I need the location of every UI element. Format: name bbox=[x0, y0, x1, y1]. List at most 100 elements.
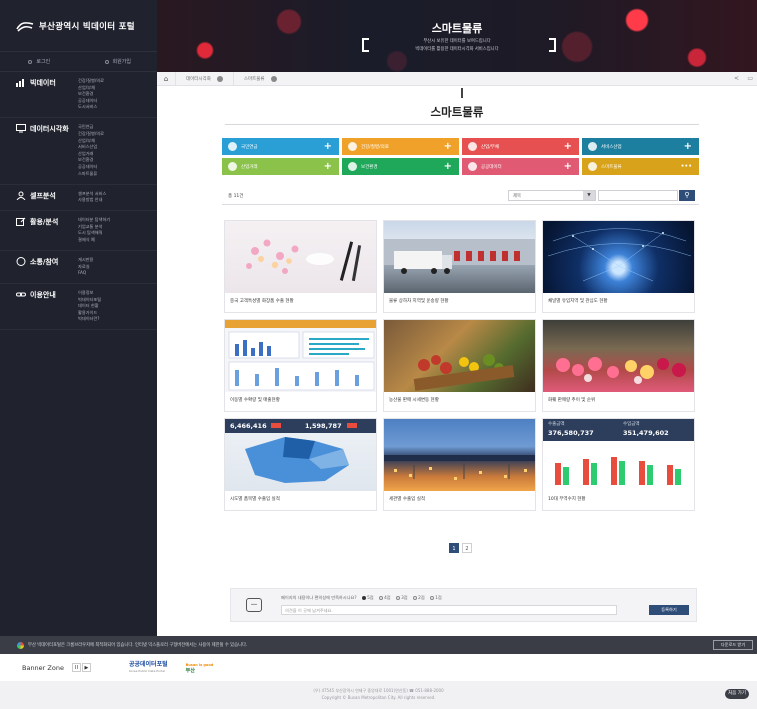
sidebar-section: 셀프분석 셀프분석 서비스 사용방법 안내 bbox=[0, 185, 157, 212]
breadcrumb-item[interactable]: 데이터시각화 bbox=[175, 72, 233, 85]
produce-basket-thumbnail bbox=[384, 320, 535, 392]
plus-icon: + bbox=[443, 160, 452, 172]
rating-option-3[interactable]: 3점 bbox=[395, 595, 408, 601]
sidebar-item[interactable]: 도시 탐색해줘 bbox=[78, 230, 110, 235]
card-channel-inflow[interactable]: 채널별 유입지역 및 관심도 현황 bbox=[542, 220, 695, 313]
card-harvest-sales[interactable]: 이동별 수확량 및 매출현황 bbox=[224, 319, 377, 412]
card-logistics-loading[interactable]: 물류 상하차 지역및 운송량 현황 bbox=[383, 220, 536, 313]
sidebar-item[interactable]: 건강/질병/의료 bbox=[78, 78, 104, 83]
category-button[interactable]: 산업/부채 + bbox=[462, 138, 579, 155]
sidebar-menu: 빅데이터 건강/질병/의료 산업/부채 보건환경 공공데이터 도시서비스 데이터시각화 국민연… bbox=[0, 72, 157, 331]
public-data-portal-logo[interactable]: 공공데이터포털 Korea Public Data Portal bbox=[129, 661, 168, 674]
breadcrumb-item[interactable]: 스마트물류 bbox=[232, 72, 287, 85]
category-button[interactable]: 스마트물류 ··· bbox=[582, 158, 699, 175]
sidebar-section-header[interactable]: 데이터시각화 bbox=[16, 124, 78, 175]
footer: (우) 47545 부산광역시 연제구 중앙대로 1001(연산동) ☎ 051… bbox=[0, 681, 757, 709]
category-button[interactable]: 국민연금 + bbox=[222, 138, 339, 155]
sidebar-item[interactable]: 도시서비스 bbox=[78, 104, 104, 109]
sidebar-section-header[interactable]: 활용/분석 bbox=[16, 217, 78, 242]
search-input[interactable] bbox=[598, 190, 678, 201]
card-title: 화훼 판매량 추이 및 순위 bbox=[548, 398, 596, 403]
chevron-down-icon bbox=[270, 75, 277, 82]
plus-icon: + bbox=[683, 140, 692, 152]
sidebar-item[interactable]: 공공데이터 bbox=[78, 164, 104, 169]
sidebar-item[interactable]: 게시판용 bbox=[78, 257, 93, 262]
sidebar-item[interactable]: 국민연금 bbox=[78, 124, 104, 129]
rating-label: 5점 bbox=[367, 595, 374, 600]
card-customs-trade[interactable]: 세관별 수출입 실적 bbox=[383, 418, 536, 511]
signup-link[interactable]: 회원가입 bbox=[79, 52, 158, 71]
hero-title: 스마트물류 bbox=[431, 22, 483, 35]
sidebar-item[interactable]: FAQ bbox=[78, 270, 93, 275]
busan-is-good-logo[interactable]: Busan is good 부산 bbox=[186, 662, 214, 674]
sidebar-section-header[interactable]: 셀프분석 bbox=[16, 191, 78, 203]
sidebar-item[interactable]: 서비스산업 bbox=[78, 144, 104, 149]
chevron-down-icon bbox=[216, 75, 223, 82]
sidebar-item[interactable]: 사용방법 안내 bbox=[78, 197, 106, 202]
chat-icon: … bbox=[246, 598, 262, 612]
sidebar-item[interactable]: 이용정보 bbox=[78, 290, 101, 295]
sidebar-subitems: 이용정보빅데이터포털 데이터 현황활용가이드 빅데이터란? bbox=[78, 290, 101, 321]
sidebar-section-header[interactable]: 소통/참여 bbox=[16, 256, 78, 275]
sidebar-item[interactable]: 산업거래 bbox=[78, 151, 104, 156]
sidebar-subitems: 게시판용자료실 FAQ bbox=[78, 257, 93, 275]
sidebar-item[interactable]: 건강/질병/의료 bbox=[78, 131, 104, 136]
login-link[interactable]: 로그인 bbox=[0, 52, 79, 71]
rating-option-2[interactable]: 2점 bbox=[412, 595, 425, 601]
card-top10-trade[interactable]: 수출금액 376,580,737 수입금액 351,479,602 10대 무역… bbox=[542, 418, 695, 511]
card-flower-sales[interactable]: 화훼 판매량 추이 및 순위 bbox=[542, 319, 695, 412]
sidebar-item[interactable]: 산업/부채 bbox=[78, 85, 104, 90]
sidebar-section-header[interactable]: 빅데이터 bbox=[16, 78, 78, 109]
radio-icon bbox=[361, 595, 366, 600]
sidebar-section-header[interactable]: 이용안내 bbox=[16, 290, 78, 321]
sidebar-item[interactable]: 보건환경 bbox=[78, 157, 104, 162]
category-icon bbox=[588, 162, 597, 171]
card-cosmetics-export[interactable]: 중국 고객특성별 화장품 수출 현황 bbox=[224, 220, 377, 313]
page-2-button[interactable]: 2 bbox=[462, 543, 472, 553]
pause-button[interactable]: II bbox=[71, 663, 81, 672]
sidebar-item[interactable]: 데이터분 탐색하기 bbox=[78, 217, 110, 222]
category-button[interactable]: 건강/질병/의료 + bbox=[342, 138, 459, 155]
download-button[interactable]: 다운로드 받기 bbox=[713, 640, 753, 650]
sidebar-item[interactable]: 산업/부채 bbox=[78, 138, 104, 143]
portal-logo[interactable]: 부산광역시 빅데이터 포털 bbox=[0, 0, 157, 52]
sidebar-item[interactable]: 활용가이드 bbox=[78, 310, 101, 315]
category-button[interactable]: 산업거래 + bbox=[222, 158, 339, 175]
rating-option-4[interactable]: 4점 bbox=[378, 595, 391, 601]
sidebar-item[interactable]: 기업교통 분석 bbox=[78, 224, 110, 229]
sidebar-item[interactable]: 빅데이터란? bbox=[78, 316, 101, 321]
login-label: 로그인 bbox=[36, 59, 51, 65]
submit-feedback-button[interactable]: 등록하기 bbox=[649, 605, 689, 615]
sidebar-section-label: 데이터시각화 bbox=[30, 125, 69, 134]
category-label: 산업/부채 bbox=[481, 144, 500, 150]
home-icon[interactable]: ⌂ bbox=[157, 75, 175, 83]
sidebar-item[interactable]: 셀프분석 서비스 bbox=[78, 191, 106, 196]
category-icon bbox=[348, 142, 357, 151]
page-1-button[interactable]: 1 bbox=[449, 543, 459, 553]
notice-text: 부산 빅데이터포털은 크롬브라우저에 최적화되어 있습니다. 인터넷 익스플로러… bbox=[28, 643, 248, 648]
card-regional-trade[interactable]: 6,466,416 1,598,787 시도별 품목별 수출입 실적 bbox=[224, 418, 377, 511]
scroll-top-button[interactable]: 처음 가기 bbox=[725, 689, 749, 699]
sidebar-item[interactable]: 자료실 bbox=[78, 264, 93, 269]
category-button[interactable]: 보건환경 + bbox=[342, 158, 459, 175]
search-field-select[interactable]: 제목 ▼ bbox=[508, 190, 596, 201]
print-icon[interactable]: ▭ bbox=[747, 75, 753, 82]
sidebar-item[interactable]: 스마트물류 bbox=[78, 171, 104, 176]
rating-option-1[interactable]: 1점 bbox=[429, 595, 442, 601]
sidebar-item[interactable]: 결제식 예 bbox=[78, 237, 110, 242]
share-icon[interactable]: < bbox=[734, 75, 739, 82]
sidebar-item[interactable]: 공공데이터 bbox=[78, 98, 104, 103]
category-button[interactable]: 공공데이터 + bbox=[462, 158, 579, 175]
sidebar-section-label: 빅데이터 bbox=[30, 79, 56, 87]
feedback-input[interactable]: 의견을 이 곳에 남겨주세요. bbox=[281, 605, 617, 615]
logo-text: 부산 bbox=[185, 667, 195, 674]
sidebar-item[interactable]: 보건환경 bbox=[78, 91, 104, 96]
card-produce-price[interactable]: 농산물 판매 시세변동 현황 bbox=[383, 319, 536, 412]
sidebar-item[interactable]: 데이터 현황 bbox=[78, 303, 101, 308]
sidebar-item[interactable]: 빅데이터포털 bbox=[78, 297, 101, 302]
search-button[interactable]: ⚲ bbox=[679, 190, 695, 201]
auth-bar: 로그인 회원가입 bbox=[0, 52, 157, 72]
play-button[interactable]: ▶ bbox=[81, 663, 91, 672]
category-button[interactable]: 서비스산업 + bbox=[582, 138, 699, 155]
rating-option-5[interactable]: 5점 bbox=[361, 595, 374, 601]
